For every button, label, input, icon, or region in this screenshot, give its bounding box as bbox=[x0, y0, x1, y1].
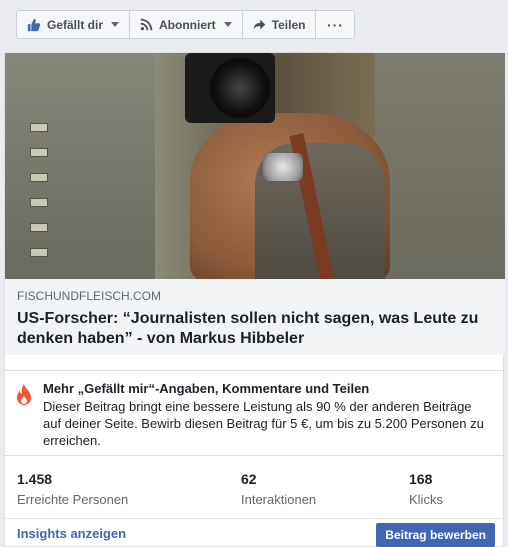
boost-title: Mehr „Gefällt mir“-Angaben, Kommentare u… bbox=[43, 381, 370, 396]
boost-notice: Mehr „Gefällt mir“-Angaben, Kommentare u… bbox=[5, 370, 505, 456]
stat-value: 62 bbox=[241, 471, 257, 487]
camera-lens bbox=[210, 58, 270, 118]
stat-label: Interaktionen bbox=[241, 492, 317, 507]
stat-label: Erreichte Personen bbox=[17, 492, 129, 507]
post-footer: Insights anzeigen Beitrag bewerben bbox=[5, 518, 505, 547]
elevator-button bbox=[30, 123, 48, 132]
elevator-button bbox=[30, 173, 48, 182]
elevator-wall bbox=[5, 53, 155, 279]
rss-icon bbox=[140, 18, 153, 31]
elevator-door bbox=[375, 53, 505, 279]
post-stats: 1.458 Erreichte Personen 62 Interaktione… bbox=[17, 470, 497, 514]
view-insights-link[interactable]: Insights anzeigen bbox=[17, 526, 126, 541]
chevron-down-icon bbox=[223, 22, 232, 27]
elevator-button bbox=[30, 223, 48, 232]
link-preview-image[interactable] bbox=[5, 53, 505, 279]
like-page-button[interactable]: Gefällt dir bbox=[17, 11, 131, 38]
like-label: Gefällt dir bbox=[47, 17, 104, 32]
page-action-bar: Gefällt dir Abonniert Teilen ··· bbox=[16, 10, 356, 39]
elevator-button bbox=[30, 148, 48, 157]
elevator-button bbox=[30, 198, 48, 207]
link-preview-text[interactable]: FISCHUNDFLEISCH.COM US-Forscher: “Journa… bbox=[5, 279, 505, 355]
stat-engagement: 62 Interaktionen bbox=[241, 470, 316, 507]
link-headline[interactable]: US-Forscher: “Journalisten sollen nicht … bbox=[17, 309, 493, 349]
flame-icon bbox=[17, 384, 31, 405]
more-icon: ··· bbox=[326, 16, 344, 33]
stat-value: 1.458 bbox=[17, 471, 53, 487]
thumbs-up-icon bbox=[27, 18, 41, 31]
share-button[interactable]: Teilen bbox=[243, 11, 317, 38]
follow-label: Abonniert bbox=[159, 17, 216, 32]
chevron-down-icon bbox=[111, 22, 120, 27]
post-card: FISCHUNDFLEISCH.COM US-Forscher: “Journa… bbox=[4, 52, 505, 547]
follow-button[interactable]: Abonniert bbox=[130, 11, 243, 38]
stat-label: Klicks bbox=[409, 492, 443, 507]
stat-reach: 1.458 Erreichte Personen bbox=[17, 470, 128, 507]
stat-clicks: 168 Klicks bbox=[409, 470, 443, 507]
more-options-button[interactable]: ··· bbox=[316, 11, 354, 38]
stat-value: 168 bbox=[409, 471, 433, 487]
share-arrow-icon bbox=[253, 19, 265, 30]
boost-post-button[interactable]: Beitrag bewerben bbox=[376, 523, 495, 547]
share-label: Teilen bbox=[271, 17, 306, 32]
elevator-button bbox=[30, 248, 48, 257]
boost-description: Dieser Beitrag bringt eine bessere Leist… bbox=[43, 399, 484, 448]
link-domain: FISCHUNDFLEISCH.COM bbox=[17, 289, 162, 303]
wristwatch bbox=[263, 153, 303, 181]
